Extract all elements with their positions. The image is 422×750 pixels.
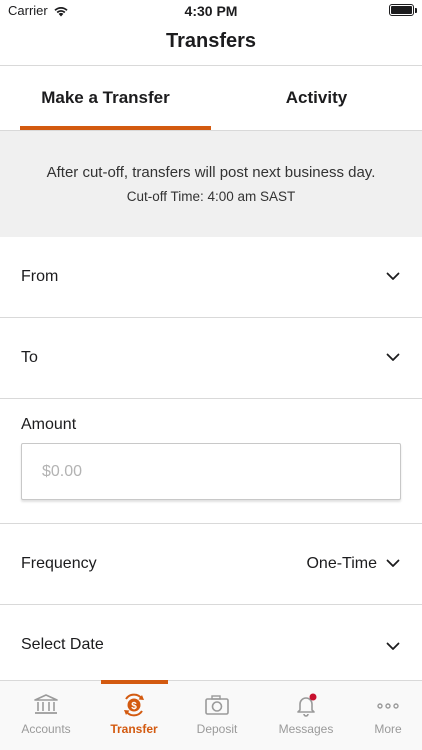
cutoff-message: After cut-off, transfers will post next …	[46, 164, 376, 181]
frequency-value: One-Time	[306, 555, 377, 572]
svg-text:$: $	[131, 701, 137, 712]
to-account-selector[interactable]: To	[0, 318, 422, 399]
status-bar: Carrier 4:30 PM	[0, 0, 422, 24]
more-dots-icon	[377, 703, 399, 709]
tab-make-a-transfer[interactable]: Make a Transfer	[0, 66, 211, 130]
transfer-tabs: Make a Transfer Activity	[0, 66, 422, 130]
to-label: To	[21, 349, 38, 366]
nav-deposit[interactable]: Deposit	[175, 681, 259, 750]
page-title: Transfers	[165, 30, 257, 52]
bottom-tab-bar: Accounts $ Transfer Deposit Messages Mor…	[0, 680, 422, 750]
nav-messages[interactable]: Messages	[264, 681, 348, 750]
tab-activity[interactable]: Activity	[211, 66, 422, 130]
chevron-down-icon	[386, 272, 400, 280]
chevron-down-icon	[386, 642, 400, 650]
nav-transfer-label: Transfer	[110, 722, 158, 736]
cutoff-time: Cut-off Time: 4:00 am SAST	[126, 189, 296, 204]
nav-more-label: More	[374, 722, 402, 736]
bank-icon	[34, 694, 58, 714]
frequency-label: Frequency	[21, 555, 97, 572]
amount-input[interactable]	[21, 443, 401, 500]
battery-icon	[389, 4, 417, 16]
nav-deposit-label: Deposit	[196, 722, 238, 736]
status-time: 4:30 PM	[184, 3, 238, 19]
nav-accounts[interactable]: Accounts	[4, 681, 88, 750]
nav-transfer[interactable]: $ Transfer	[92, 681, 176, 750]
notification-badge	[309, 693, 317, 701]
camera-icon	[205, 695, 229, 715]
nav-more[interactable]: More	[346, 681, 422, 750]
from-account-selector[interactable]: From	[0, 237, 422, 318]
nav-messages-label: Messages	[278, 722, 334, 736]
chevron-down-icon	[386, 559, 400, 567]
frequency-selector[interactable]: Frequency One-Time	[0, 524, 422, 605]
nav-accounts-label: Accounts	[21, 722, 71, 736]
bell-icon	[297, 693, 317, 717]
chevron-down-icon	[386, 353, 400, 361]
from-label: From	[21, 268, 59, 285]
cutoff-notice: After cut-off, transfers will post next …	[0, 131, 422, 237]
date-selector[interactable]: Select Date	[0, 605, 422, 686]
date-label: Select Date	[21, 636, 104, 653]
amount-label: Amount	[21, 416, 77, 433]
transfer-dollar-icon: $	[124, 693, 144, 717]
